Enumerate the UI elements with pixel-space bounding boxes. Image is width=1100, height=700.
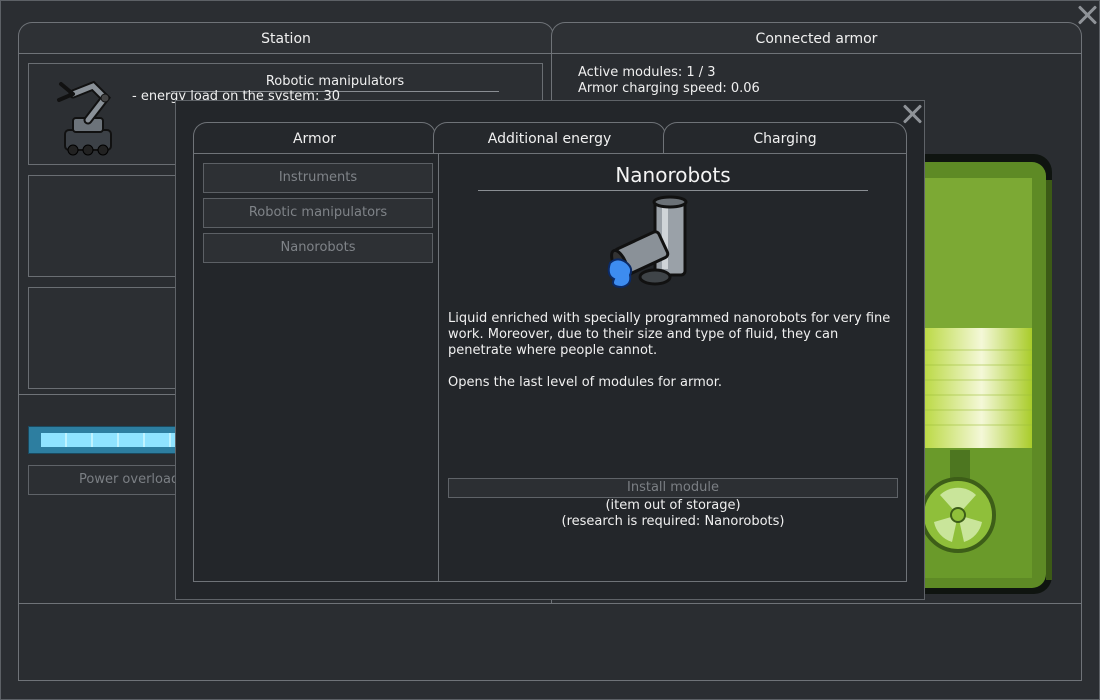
- energy-bar: [28, 426, 189, 454]
- list-item-nanorobots[interactable]: Nanorobots: [203, 233, 433, 263]
- list-item-robotic-manipulators[interactable]: Robotic manipulators: [203, 198, 433, 228]
- nanorobots-icon: [607, 195, 688, 289]
- install-module-button[interactable]: Install module: [448, 478, 898, 498]
- tab-armor[interactable]: Armor: [193, 122, 436, 154]
- dialog-close-icon[interactable]: [900, 102, 924, 126]
- robotic-arm-icon: [57, 80, 112, 156]
- status-research-required: (research is required: Nanorobots): [561, 514, 785, 529]
- tab-station: Station: [18, 22, 554, 54]
- bottom-panel: [18, 603, 1082, 681]
- detail-title: Nanorobots: [615, 163, 731, 187]
- power-overload-button[interactable]: Power overload: [28, 465, 188, 495]
- tab-charging[interactable]: Charging: [663, 122, 907, 154]
- close-icon[interactable]: [1075, 3, 1099, 27]
- slot-title: Robotic manipulators: [265, 74, 405, 89]
- detail-note: Opens the last level of modules for armo…: [448, 375, 722, 390]
- tab-additional-energy[interactable]: Additional energy: [433, 122, 666, 154]
- charging-speed-text: Armor charging speed: 0.06: [578, 81, 760, 96]
- status-out-of-storage: (item out of storage): [605, 498, 741, 513]
- list-item-instruments[interactable]: Instruments: [203, 163, 433, 193]
- tab-connected-armor: Connected armor: [551, 22, 1082, 54]
- active-modules-text: Active modules: 1 / 3: [578, 65, 716, 80]
- detail-description: Liquid enriched with specially programme…: [448, 311, 891, 358]
